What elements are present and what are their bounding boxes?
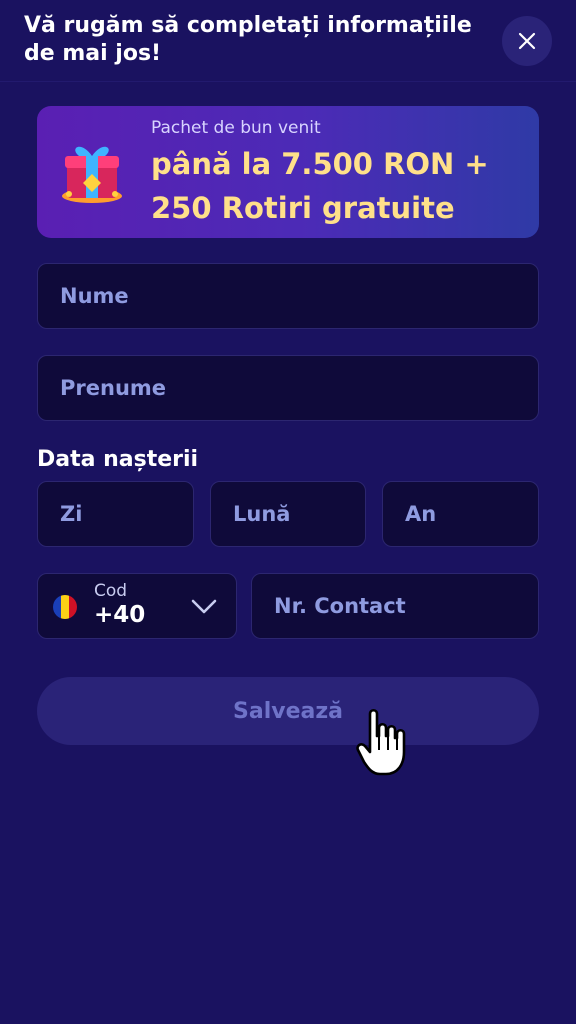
banner-subtitle: Pachet de bun venit [151, 118, 321, 138]
gift-box-icon [62, 146, 122, 203]
phone-number-field[interactable] [251, 573, 539, 639]
birth-date-label: Data nașterii [37, 447, 199, 472]
save-button[interactable]: Salvează [37, 677, 539, 745]
close-icon [518, 32, 536, 50]
last-name-input[interactable] [38, 356, 538, 420]
birth-year-input[interactable] [383, 482, 538, 546]
birth-day-input[interactable] [38, 482, 193, 546]
page-title: Vă rugăm să completați informațiile de m… [24, 13, 472, 66]
birth-day-field[interactable] [37, 481, 194, 547]
welcome-bonus-banner[interactable]: Pachet de bun venit până la 7.500 RON + … [37, 106, 539, 238]
birth-year-field[interactable] [382, 481, 539, 547]
chevron-down-icon [191, 599, 217, 614]
header: Vă rugăm să completați informațiile de m… [0, 0, 576, 82]
first-name-input[interactable] [38, 264, 538, 328]
close-button[interactable] [502, 16, 552, 66]
country-code-label: Cod [94, 581, 128, 601]
last-name-field[interactable] [37, 355, 539, 421]
birth-month-input[interactable] [211, 482, 365, 546]
romania-flag-icon [53, 595, 77, 619]
first-name-field[interactable] [37, 263, 539, 329]
country-code-select[interactable]: Cod +40 [37, 573, 237, 639]
hand-pointer-cursor-icon [356, 708, 406, 776]
birth-month-field[interactable] [210, 481, 366, 547]
country-code-value: +40 [94, 602, 146, 628]
phone-number-input[interactable] [252, 574, 538, 638]
banner-headline: până la 7.500 RON + 250 Rotiri gratuite [151, 147, 489, 225]
